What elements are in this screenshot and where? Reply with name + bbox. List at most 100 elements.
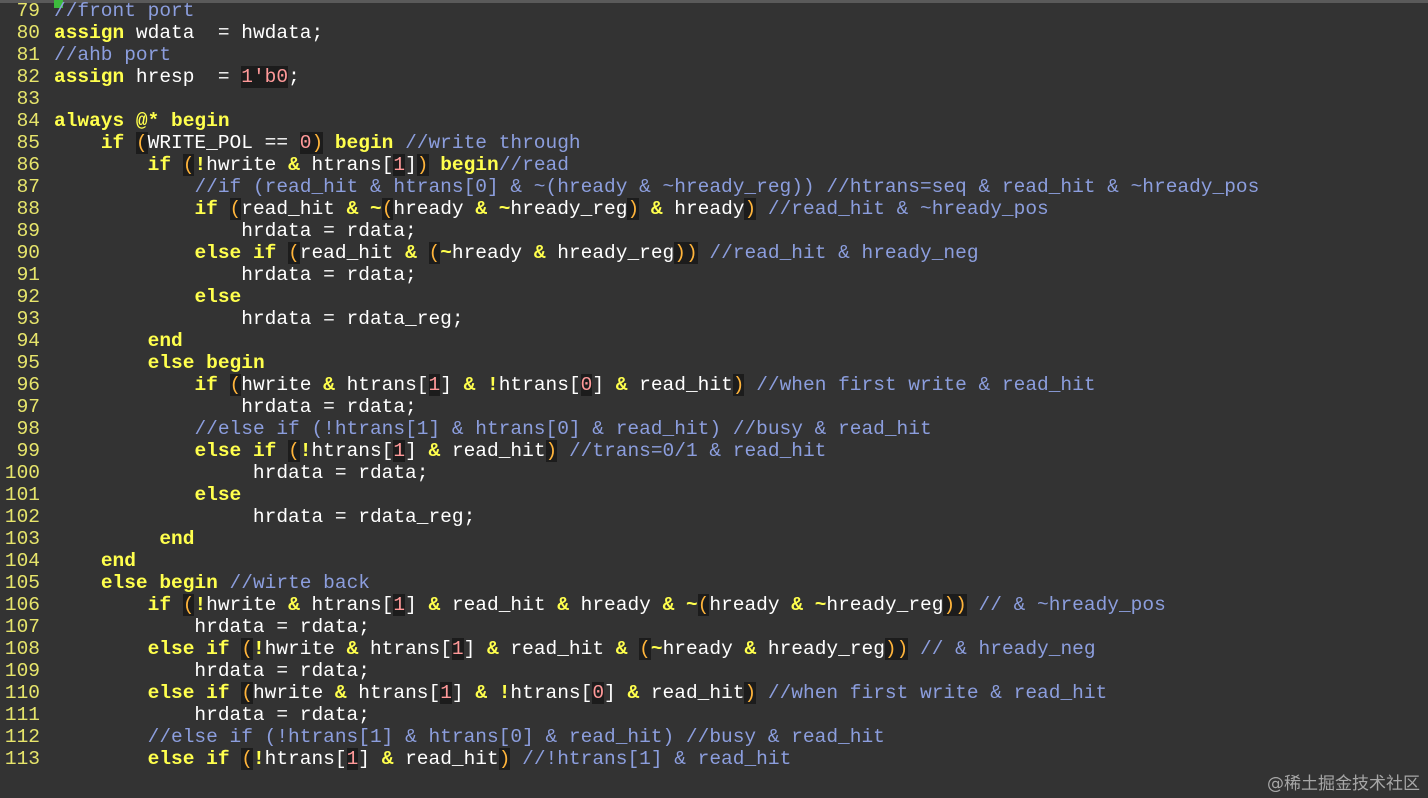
code-token: htrans[ bbox=[358, 638, 452, 660]
code-token: htrans[ bbox=[264, 748, 347, 770]
line-number: 106 bbox=[4, 594, 40, 616]
keyword-token: else if bbox=[194, 440, 277, 462]
code-token: hwrite bbox=[241, 374, 324, 396]
line-text: hrdata = rdata_reg; bbox=[54, 506, 475, 528]
code-line[interactable]: 92 else bbox=[0, 286, 1428, 308]
code-line[interactable]: 91 hrdata = rdata; bbox=[0, 264, 1428, 286]
code-line[interactable]: 101 else bbox=[0, 484, 1428, 506]
line-text: else if (!htrans[1] & read_hit) //!htran… bbox=[54, 748, 791, 770]
code-line[interactable]: 89 hrdata = rdata; bbox=[0, 220, 1428, 242]
keyword-token: ! bbox=[194, 154, 207, 176]
code-token: htrans[ bbox=[311, 440, 394, 462]
code-token: hwrite bbox=[264, 638, 347, 660]
code-token: hready bbox=[393, 198, 476, 220]
keyword-token: & bbox=[557, 594, 569, 616]
code-line[interactable]: 85 if (WRITE_POL == 0) begin //write thr… bbox=[0, 132, 1428, 154]
line-number: 89 bbox=[16, 220, 40, 242]
code-line[interactable]: 82 assign hresp = 1'b0; bbox=[0, 66, 1428, 88]
code-token: ; bbox=[288, 66, 300, 88]
code-line[interactable]: 80 assign wdata = hwdata; bbox=[0, 22, 1428, 44]
code-line[interactable]: 86 if (!hwrite & htrans[1]) begin//read bbox=[0, 154, 1428, 176]
code-token: read_hit bbox=[393, 748, 499, 770]
bracket-token: ( bbox=[428, 242, 441, 264]
code-line[interactable]: 113 else if (!htrans[1] & read_hit) //!h… bbox=[0, 748, 1428, 770]
code-token: hrdata = rdata; bbox=[54, 462, 429, 484]
code-line[interactable]: 105 else begin //wirte back bbox=[0, 572, 1428, 594]
line-number: 103 bbox=[4, 528, 40, 550]
code-line[interactable]: 83 bbox=[0, 88, 1428, 110]
code-line[interactable]: 100 hrdata = rdata; bbox=[0, 462, 1428, 484]
code-line[interactable]: 90 else if (read_hit & (~hready & hready… bbox=[0, 242, 1428, 264]
code-line[interactable]: 112 //else if (!htrans[1] & htrans[0] & … bbox=[0, 726, 1428, 748]
code-line[interactable]: 93 hrdata = rdata_reg; bbox=[0, 308, 1428, 330]
keyword-token: always @* begin bbox=[54, 110, 230, 132]
code-editor[interactable]: 79//front port 80 assign wdata = hwdata; 81… bbox=[0, 0, 1428, 798]
keyword-token: & bbox=[428, 594, 441, 616]
line-number: 80 bbox=[16, 22, 40, 44]
code-line[interactable]: 110 else if (hwrite & htrans[1] & !htran… bbox=[0, 682, 1428, 704]
comment-token: //else if (!htrans[1] & htrans[0] & read… bbox=[147, 726, 885, 748]
code-line[interactable]: 84 always @* begin bbox=[0, 110, 1428, 132]
line-number: 111 bbox=[4, 704, 40, 726]
comment-token: //when first write & read_hit bbox=[767, 682, 1108, 704]
keyword-token: if bbox=[194, 198, 218, 220]
line-number: 93 bbox=[16, 308, 40, 330]
code-token: htrans[ bbox=[498, 374, 581, 396]
code-token: hready_reg bbox=[756, 638, 885, 660]
code-line[interactable]: 109 hrdata = rdata; bbox=[0, 660, 1428, 682]
code-line[interactable]: 95 else begin bbox=[0, 352, 1428, 374]
code-line[interactable]: 111 hrdata = rdata; bbox=[0, 704, 1428, 726]
code-token: read_hit bbox=[498, 638, 616, 660]
code-line[interactable]: 94 end bbox=[0, 330, 1428, 352]
code-area[interactable]: 79//front port 80 assign wdata = hwdata; 81… bbox=[0, 0, 1428, 770]
code-token: ] bbox=[405, 594, 429, 616]
line-number: 102 bbox=[4, 506, 40, 528]
line-text: end bbox=[54, 330, 183, 352]
code-line[interactable]: 99 else if (!htrans[1] & read_hit) //tra… bbox=[0, 440, 1428, 462]
code-line[interactable]: 104 end bbox=[0, 550, 1428, 572]
code-line[interactable]: 103 end bbox=[0, 528, 1428, 550]
code-line[interactable]: 98 //else if (!htrans[1] & htrans[0] & r… bbox=[0, 418, 1428, 440]
line-number: 95 bbox=[16, 352, 40, 374]
line-text: end bbox=[54, 528, 194, 550]
code-line[interactable]: 108 else if (!hwrite & htrans[1] & read_… bbox=[0, 638, 1428, 660]
keyword-token: ! bbox=[194, 594, 207, 616]
code-line[interactable]: 107 hrdata = rdata; bbox=[0, 616, 1428, 638]
line-number: 86 bbox=[16, 154, 40, 176]
code-line[interactable]: 106 if (!hwrite & htrans[1] & read_hit &… bbox=[0, 594, 1428, 616]
code-line[interactable]: 97 hrdata = rdata; bbox=[0, 396, 1428, 418]
code-line[interactable]: 81 //ahb port bbox=[0, 44, 1428, 66]
code-line[interactable]: 87 //if (read_hit & htrans[0] & ~(hready… bbox=[0, 176, 1428, 198]
code-token: wdata = hwdata; bbox=[124, 22, 324, 44]
code-token: ] bbox=[592, 374, 616, 396]
keyword-token: & bbox=[744, 638, 757, 660]
line-text: hrdata = rdata; bbox=[54, 616, 370, 638]
number-token: 1'b0 bbox=[241, 66, 289, 88]
line-number: 87 bbox=[16, 176, 40, 198]
code-line[interactable]: 88 if (read_hit & ~(hready & ~hready_reg… bbox=[0, 198, 1428, 220]
code-token: WRITE_POL == bbox=[147, 132, 300, 154]
code-token: hrdata = rdata; bbox=[54, 220, 417, 242]
line-text: else bbox=[54, 484, 241, 506]
code-line[interactable]: 96 if (hwrite & htrans[1] & !htrans[0] &… bbox=[0, 374, 1428, 396]
bracket-token: ) bbox=[416, 154, 429, 176]
code-token: htrans[ bbox=[299, 594, 394, 616]
comment-token: //trans=0/1 & read_hit bbox=[568, 440, 827, 462]
code-line[interactable]: 79 //front port bbox=[0, 0, 1428, 22]
code-token: read_hit bbox=[241, 198, 347, 220]
code-token: read_hit bbox=[440, 440, 546, 462]
code-line[interactable]: 102 hrdata = rdata_reg; bbox=[0, 506, 1428, 528]
bracket-token: ( bbox=[229, 374, 242, 396]
code-token: htrans[ bbox=[510, 682, 593, 704]
code-token: htrans[ bbox=[346, 682, 441, 704]
code-token: hwrite bbox=[206, 154, 289, 176]
keyword-token: & bbox=[627, 682, 640, 704]
